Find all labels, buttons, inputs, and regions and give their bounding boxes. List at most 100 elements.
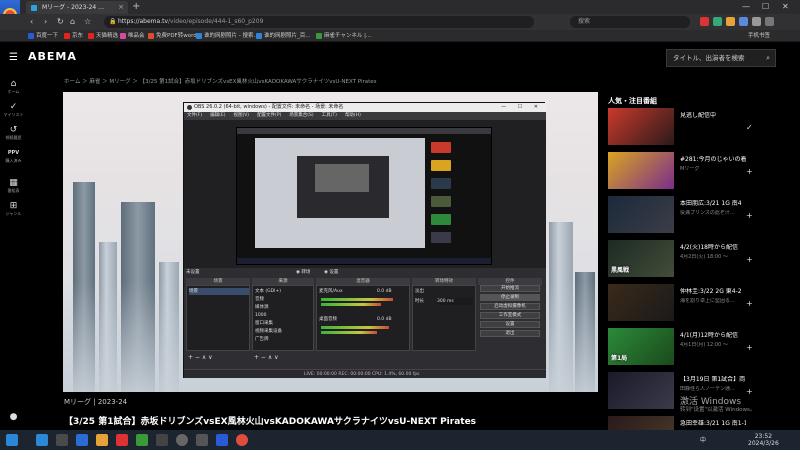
home-button[interactable]: ⌂ [70,14,75,30]
thumbnail-caption: 第1局 [611,355,628,362]
inner-thumb [431,214,451,225]
obs-virtual-camera-button: 启动虚拟摄像机 [480,303,540,310]
minimize-button[interactable]: — [742,0,750,14]
league-label[interactable]: Mリーグ | 2023-24 [64,397,127,407]
extension-icon[interactable] [739,17,748,26]
taskbar-app-icon[interactable] [36,434,48,446]
bookmark-item[interactable]: 麻雀チャンネル |... [316,30,371,42]
obs-menu-item: 工具(T) [321,113,337,118]
bookmark-star-icon[interactable]: ☆ [84,14,91,30]
obs-sources-dock: 文本 (GDI+) 音频 媒体源 1000 窗口采集 视频采集设备 广告牌 [252,285,314,351]
bookmark-item[interactable]: 谁的网剧照片_百... [256,30,311,42]
taskbar-browser-icon[interactable] [236,434,248,446]
rail-item-mylist[interactable]: ✓ マイリスト [0,102,27,118]
taskbar-app-icon[interactable] [116,434,128,446]
program-thumbnail[interactable] [608,284,674,321]
obs-start-stream-button: 开始推流 [480,285,540,292]
obs-duration-label: 时长 [415,299,424,304]
url-field[interactable]: 🔒 https://abema.tv/video/episode/444-1_s… [104,16,534,28]
reload-button[interactable]: ↻ [57,14,64,30]
obs-source-row: 音频 [255,297,264,302]
browser-search-input[interactable]: 搜索 [570,16,690,28]
taskbar-app-icon[interactable] [216,434,228,446]
rail-item-schedule[interactable]: ▦ 番組表 [0,178,27,194]
tab-close-icon[interactable]: × [118,1,124,14]
maximize-button[interactable]: ☐ [762,0,769,14]
add-to-mylist-icon[interactable]: + [746,212,753,220]
obs-volume-meter [321,303,381,306]
video-player[interactable]: OBS 26.0.2 (64-bit, windows) - 配置文件: 未命名… [63,92,598,392]
site-logo[interactable]: ABEMA [28,50,77,63]
taskbar-app-icon[interactable] [56,434,68,446]
program-thumbnail[interactable] [608,152,674,189]
inner-thumb [431,196,451,207]
rail-item-history[interactable]: ↺ 視聴履歴 [0,125,27,141]
program-thumbnail[interactable] [608,372,674,409]
program-title[interactable]: 4/2(火)18時から配信 [680,244,746,252]
program-title[interactable]: #281:今月のじゃいの着 [680,156,746,164]
program-thumbnail[interactable]: 第1局 [608,328,674,365]
program-thumbnail[interactable] [608,108,674,145]
program-thumbnail[interactable] [608,196,674,233]
program-title[interactable]: 本田朋広:3/21 1G 南4 [680,200,746,208]
added-check-icon[interactable]: ✓ [746,124,753,132]
program-thumbnail[interactable]: 黒風戦 [608,240,674,277]
browser-tab[interactable]: Mリーグ - 2023-24 … × [26,1,128,14]
breadcrumb[interactable]: ホーム ＞ 麻雀 ＞ Mリーグ ＞ 【3/25 第1試合】赤坂ドリブンズvsEX… [64,77,377,85]
taskbar-app-icon[interactable] [156,434,168,446]
rail-item-purchased[interactable]: PPV 購入済み [0,148,27,164]
obs-mixer-dock: 麦克风/Aux 0.0 dB 桌面音频 0.0 dB [316,285,410,351]
obs-mixer-db: 0.0 dB [377,317,392,322]
site-search-input[interactable]: タイトル、出演者を検索 ⌕ [666,49,776,67]
search-icon[interactable]: ⌕ [766,50,770,66]
obs-menu-item: 配置文件(P) [257,113,282,118]
add-to-mylist-icon[interactable]: + [746,388,753,396]
bookmark-item[interactable]: 谁的网剧照片 - 搜索... [196,30,259,42]
program-title[interactable]: 4/1(月)12時から配信 [680,332,746,340]
hamburger-menu-icon[interactable]: ☰ [9,53,18,63]
program-title[interactable]: 【3月19日 第1試合】両 [680,376,746,384]
taskbar-app-icon[interactable] [76,434,88,446]
check-icon: ✓ [9,102,18,112]
obs-menu-bar: 文件(F) 编辑(E) 视图(V) 配置文件(P) 场景集合(S) 工具(T) 帮助(H) [184,112,546,120]
clock[interactable]: 23:52 2024/3/26 [748,433,779,447]
extension-icon[interactable] [700,17,709,26]
mobile-bookmarks[interactable]: 手机书签 [748,30,770,42]
left-nav-rail: ⌂ ホーム ✓ マイリスト ↺ 視聴履歴 PPV 購入済み ▦ 番組表 ⊞ ジャンル ● [0,74,27,430]
thumbnail-caption: 黒風戦 [611,267,630,274]
rail-item-home[interactable]: ⌂ ホーム [0,79,27,95]
taskbar-app-icon[interactable] [176,434,188,446]
add-to-mylist-icon[interactable]: + [746,344,753,352]
program-title[interactable]: 見逃し配信中 [680,112,746,120]
new-tab-button[interactable]: + [132,0,140,13]
profile-button[interactable]: ● [0,412,27,422]
bookmark-item[interactable]: 京东 [64,30,83,42]
program-title[interactable]: 仲林圭:3/22 2G 東4-2 [680,288,746,296]
forward-button[interactable]: › [44,14,47,30]
add-to-mylist-icon[interactable]: + [746,300,753,308]
add-to-mylist-icon[interactable]: + [746,256,753,264]
taskbar-app-icon[interactable] [196,434,208,446]
input-language-indicator[interactable]: 中 [700,437,706,444]
taskbar-app-icon[interactable] [136,434,148,446]
add-to-mylist-icon[interactable]: + [746,168,753,176]
taskbar-app-icon[interactable] [96,434,108,446]
bookmark-item[interactable]: 百度一下 [28,30,58,42]
extension-icon[interactable] [726,17,735,26]
bookmark-item[interactable]: 唯品会 [120,30,145,42]
obs-source-row: 文本 (GDI+) [255,289,281,294]
bookmark-item[interactable]: 免费PDF转word [148,30,197,42]
obs-title-bar: OBS 26.0.2 (64-bit, windows) - 配置文件: 未命名… [184,103,546,112]
menu-icon[interactable] [752,17,761,26]
extension-icon[interactable] [713,17,722,26]
download-icon[interactable] [765,17,774,26]
program-title[interactable]: 急田幸雄:3/21 1G 南1-1 [680,420,746,428]
back-button[interactable]: ‹ [30,14,33,30]
start-icon[interactable] [6,434,18,446]
obs-window: OBS 26.0.2 (64-bit, windows) - 配置文件: 未命名… [183,102,546,378]
bookmark-item[interactable]: 天猫精选 [88,30,118,42]
obs-transition-chip: ◉ 设置 [324,270,339,275]
close-window-button[interactable]: ✕ [782,0,789,14]
rail-item-genre[interactable]: ⊞ ジャンル [0,201,27,217]
obs-stop-recording-button: 停止录制 [480,294,540,301]
